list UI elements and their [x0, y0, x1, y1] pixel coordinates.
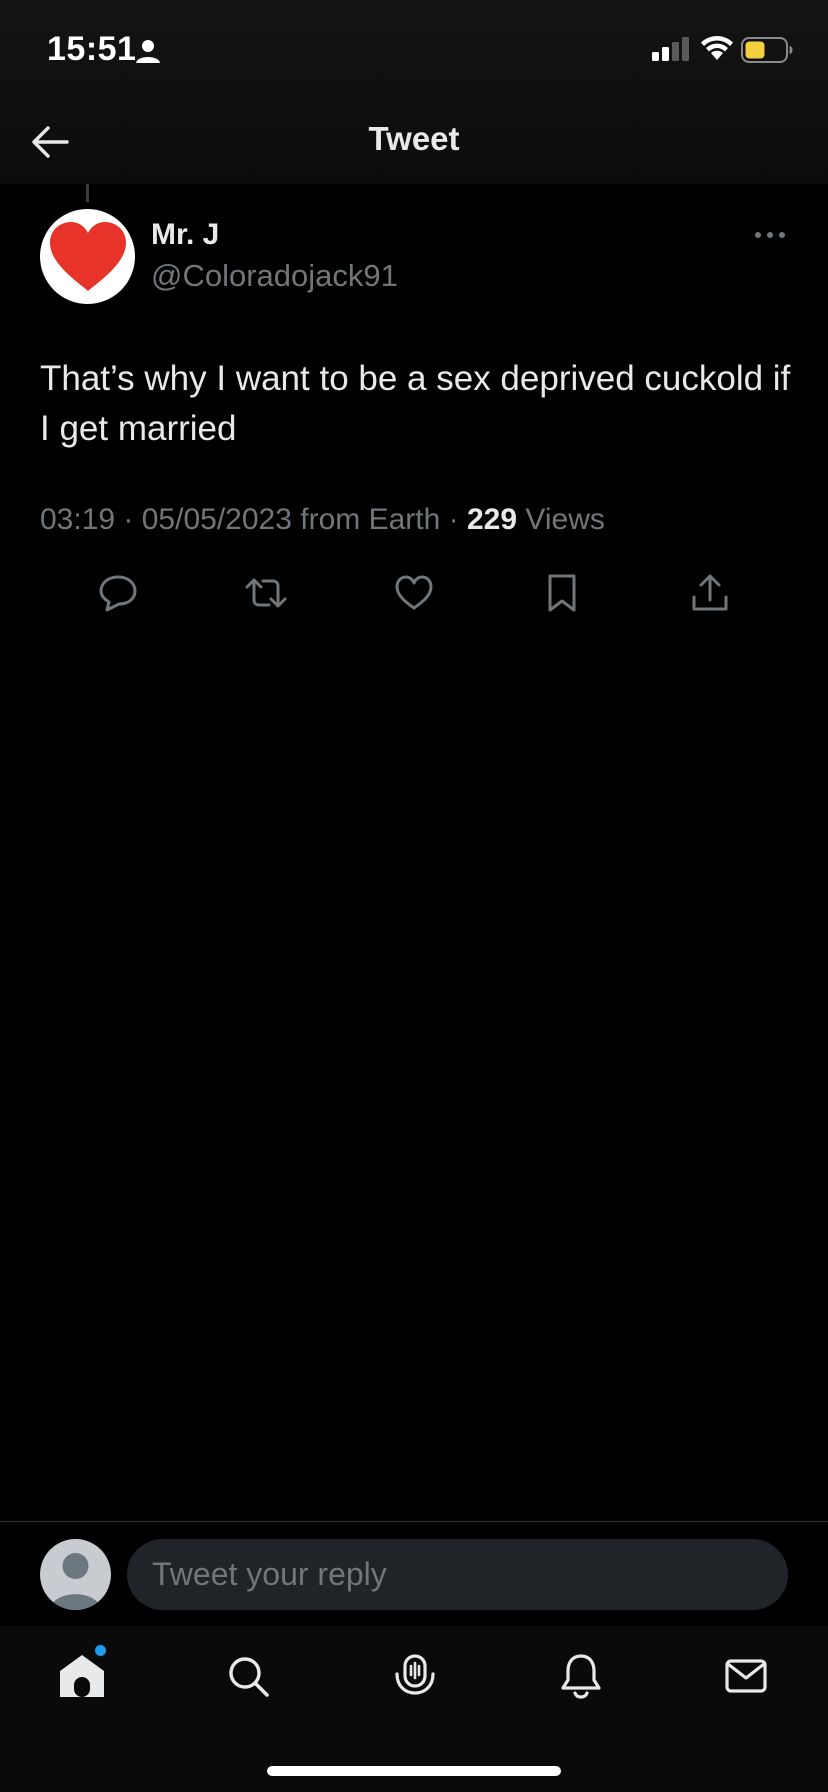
default-avatar-icon[interactable] [40, 1539, 111, 1610]
reply-icon [99, 575, 137, 612]
tweet-date: 05/05/2023 [141, 503, 292, 536]
tweet-text: That’s why I want to be a sex deprived c… [40, 359, 791, 448]
wifi-icon [701, 36, 733, 60]
author-handle[interactable]: @Coloradojack91 [151, 258, 398, 294]
meta-separator: · [115, 503, 142, 536]
tweet-metadata: 03:19 · 05/05/2023 from Earth · 229 View… [40, 503, 605, 537]
like-icon [395, 575, 433, 610]
cellular-signal-icon [652, 37, 689, 61]
tab-home[interactable] [52, 1648, 112, 1704]
spaces-icon [395, 1654, 435, 1695]
home-indicator [267, 1766, 561, 1776]
tweet-actions [0, 568, 828, 618]
status-time: 15:51 [47, 30, 137, 68]
views-label[interactable]: Views [525, 503, 604, 536]
retweet-icon [245, 578, 287, 608]
red-heart-icon [49, 221, 126, 291]
bookmark-button[interactable] [537, 568, 587, 618]
top-header: 15:51 Tweet [0, 0, 828, 184]
retweet-button[interactable] [241, 568, 291, 618]
share-button[interactable] [685, 568, 735, 618]
page-title: Tweet [368, 120, 460, 157]
person-icon [136, 40, 160, 63]
tab-notifications[interactable] [551, 1648, 611, 1704]
status-bar: 15:51 [0, 0, 828, 100]
like-button[interactable] [389, 568, 439, 618]
tweet-time: 03:19 [40, 503, 116, 536]
reply-divider [0, 1521, 828, 1522]
home-notification-dot [95, 1645, 106, 1656]
more-horizontal-icon [755, 232, 785, 238]
messages-icon [725, 1659, 767, 1693]
views-count[interactable]: 229 [467, 503, 517, 536]
author-avatar[interactable] [40, 209, 135, 304]
thread-connector-line [86, 184, 89, 202]
bookmark-icon [548, 574, 576, 612]
author-display-name[interactable]: Mr. J [151, 218, 219, 252]
default-avatar-silhouette [50, 1553, 101, 1610]
navigation-bar: Tweet [0, 100, 828, 184]
tab-messages[interactable] [716, 1648, 776, 1704]
share-icon [692, 574, 728, 611]
tweet-source: from Earth [300, 503, 441, 536]
more-options-button[interactable] [750, 220, 790, 250]
battery-icon [741, 37, 793, 63]
notifications-icon [561, 1654, 601, 1699]
reply-button[interactable] [93, 568, 143, 618]
search-icon [229, 1657, 269, 1697]
home-icon [60, 1655, 104, 1697]
reply-input[interactable] [127, 1539, 788, 1610]
tab-spaces[interactable] [385, 1648, 445, 1704]
tweet-detail-screen: 15:51 Tweet Mr. J @Coloradojack91 That’s… [0, 0, 828, 1792]
meta-separator: · [440, 503, 467, 536]
tab-search[interactable] [218, 1648, 278, 1704]
